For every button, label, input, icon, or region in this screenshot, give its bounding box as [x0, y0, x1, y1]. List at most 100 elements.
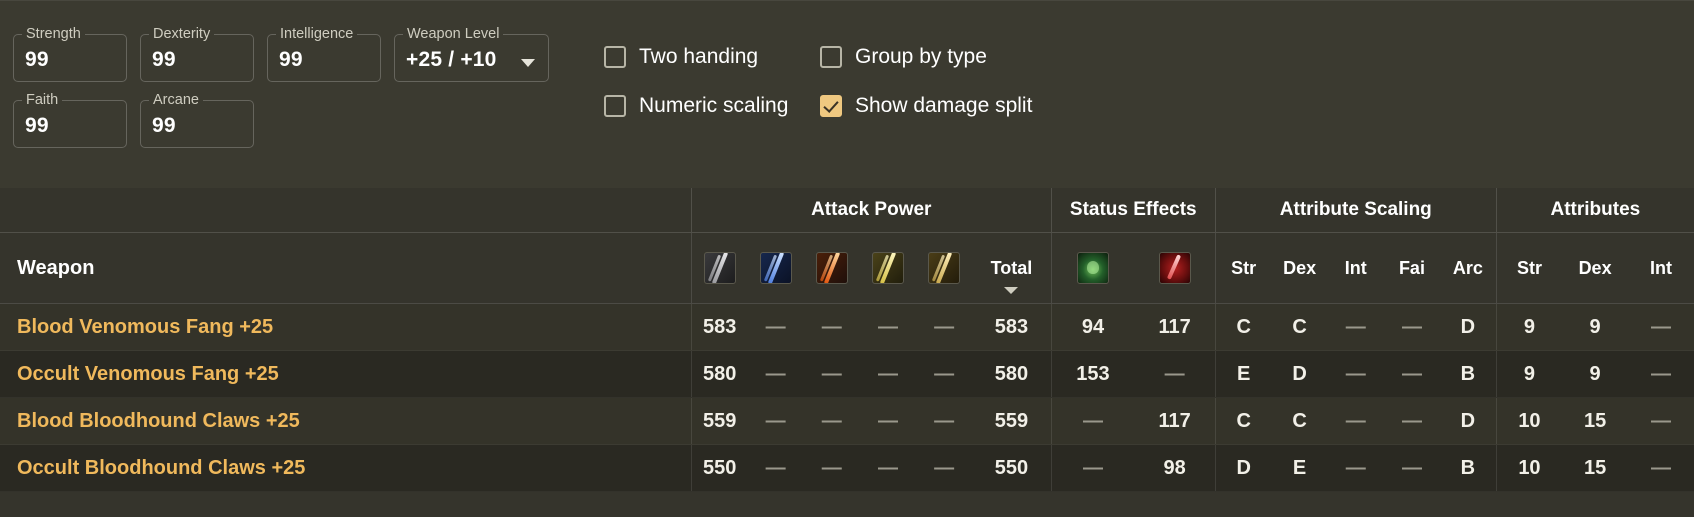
- attack-physical-cell: 559: [690, 397, 748, 445]
- numeric-scaling-checkbox-box[interactable]: [604, 95, 626, 117]
- scaling-str-cell: E: [1214, 350, 1272, 398]
- scaling-dex-cell: C: [1271, 397, 1328, 445]
- faith-field[interactable]: Faith 99: [13, 92, 127, 148]
- attack-holy-cell: —: [916, 350, 973, 398]
- column-header-holy[interactable]: [916, 232, 973, 304]
- weapon-level-value[interactable]: +25 / +10: [406, 48, 497, 72]
- column-header-total[interactable]: Total: [972, 232, 1052, 304]
- intelligence-value[interactable]: 99: [279, 48, 303, 72]
- attribute-str-cell: 10: [1495, 444, 1563, 492]
- column-header-scaling-str[interactable]: Str: [1214, 232, 1272, 304]
- two-handing-label: Two handing: [639, 45, 759, 68]
- scaling-arc-cell: D: [1440, 397, 1497, 445]
- sort-descending-icon[interactable]: [1004, 287, 1019, 294]
- column-header-poison[interactable]: [1050, 232, 1135, 304]
- group-header-attribute-scaling: Attribute Scaling: [1214, 188, 1497, 233]
- weapon-name-cell[interactable]: Blood Venomous Fang +25: [0, 303, 692, 351]
- arcane-field[interactable]: Arcane 99: [140, 92, 254, 148]
- scaling-fai-cell: —: [1383, 350, 1441, 398]
- intelligence-field[interactable]: Intelligence 99: [267, 26, 381, 82]
- chevron-down-icon[interactable]: [521, 59, 535, 67]
- scaling-arc-cell: B: [1440, 350, 1497, 398]
- scaling-arc-cell: D: [1440, 303, 1497, 351]
- two-handing-checkbox-box[interactable]: [604, 46, 626, 68]
- weapon-table: Attack Power Status Effects Attribute Sc…: [0, 188, 1694, 492]
- weapon-name-cell[interactable]: Occult Venomous Fang +25: [0, 350, 692, 398]
- attack-holy-cell: —: [916, 397, 973, 445]
- scaling-fai-cell: —: [1383, 444, 1441, 492]
- attribute-int-cell: —: [1628, 444, 1694, 492]
- dexterity-field[interactable]: Dexterity 99: [140, 26, 254, 82]
- filter-checkbox-group: Two handing Group by type Numeric scalin…: [604, 38, 1032, 125]
- column-header-attribute-int[interactable]: Int: [1628, 232, 1694, 304]
- attack-magic-cell: —: [747, 444, 804, 492]
- status-bleed-cell: 98: [1134, 444, 1216, 492]
- poison-status-icon: [1076, 252, 1109, 284]
- physical-damage-icon: [703, 252, 736, 284]
- attack-magic-cell: —: [747, 303, 804, 351]
- magic-damage-icon: [759, 252, 792, 284]
- attribute-dex-cell: 15: [1562, 397, 1629, 445]
- stat-fields-group: Strength 99 Dexterity 99 Intelligence 99…: [0, 26, 549, 148]
- attack-physical-cell: 580: [690, 350, 748, 398]
- table-row[interactable]: Occult Venomous Fang +25 580 — — — — 580…: [0, 350, 1694, 398]
- intelligence-label: Intelligence: [276, 26, 358, 42]
- column-header-scaling-fai[interactable]: Fai: [1383, 232, 1441, 304]
- attribute-str-cell: 10: [1495, 397, 1563, 445]
- column-header-bleed[interactable]: [1134, 232, 1216, 304]
- stat-field-row-2: Faith 99 Arcane 99: [0, 92, 549, 148]
- filter-panel: Strength 99 Dexterity 99 Intelligence 99…: [0, 0, 1694, 188]
- bleed-status-icon: [1158, 252, 1191, 284]
- faith-value[interactable]: 99: [25, 114, 49, 138]
- scaling-dex-cell: E: [1271, 444, 1328, 492]
- numeric-scaling-checkbox[interactable]: Numeric scaling: [604, 94, 788, 118]
- strength-field[interactable]: Strength 99: [13, 26, 127, 82]
- arcane-value[interactable]: 99: [152, 114, 176, 138]
- attack-lightning-cell: —: [859, 303, 917, 351]
- two-handing-checkbox[interactable]: Two handing: [604, 45, 784, 69]
- scaling-fai-cell: —: [1383, 397, 1441, 445]
- group-by-type-checkbox[interactable]: Group by type: [820, 45, 987, 69]
- status-poison-cell: 153: [1050, 350, 1135, 398]
- status-bleed-cell: 117: [1134, 397, 1216, 445]
- column-header-weapon[interactable]: Weapon: [0, 232, 692, 304]
- column-header-scaling-int[interactable]: Int: [1327, 232, 1384, 304]
- strength-value[interactable]: 99: [25, 48, 49, 72]
- scaling-str-cell: C: [1214, 303, 1272, 351]
- status-bleed-cell: —: [1134, 350, 1216, 398]
- group-header-row: Attack Power Status Effects Attribute Sc…: [0, 188, 1694, 233]
- attack-fire-cell: —: [803, 444, 860, 492]
- show-damage-split-checkbox[interactable]: Show damage split: [820, 94, 1032, 118]
- dexterity-label: Dexterity: [149, 26, 215, 42]
- column-header-scaling-arc[interactable]: Arc: [1440, 232, 1497, 304]
- column-header-attribute-str[interactable]: Str: [1495, 232, 1563, 304]
- column-header-scaling-dex[interactable]: Dex: [1271, 232, 1328, 304]
- column-header-fire[interactable]: [803, 232, 860, 304]
- attack-holy-cell: —: [916, 303, 973, 351]
- column-header-row: Weapon Total Str Dex Int Fai Arc Str Dex…: [0, 232, 1694, 304]
- table-row[interactable]: Blood Venomous Fang +25 583 — — — — 583 …: [0, 303, 1694, 351]
- weapon-name-cell[interactable]: Occult Bloodhound Claws +25: [0, 444, 692, 492]
- scaling-str-cell: D: [1214, 444, 1272, 492]
- scaling-dex-cell: D: [1271, 350, 1328, 398]
- weapon-table-body: Blood Venomous Fang +25 583 — — — — 583 …: [0, 303, 1694, 492]
- table-row[interactable]: Blood Bloodhound Claws +25 559 — — — — 5…: [0, 397, 1694, 445]
- show-damage-split-checkbox-box[interactable]: [820, 95, 842, 117]
- weapon-name-cell[interactable]: Blood Bloodhound Claws +25: [0, 397, 692, 445]
- scaling-int-cell: —: [1327, 444, 1384, 492]
- status-poison-cell: 94: [1050, 303, 1135, 351]
- weapon-level-select[interactable]: Weapon Level +25 / +10: [394, 26, 549, 82]
- column-header-physical[interactable]: [690, 232, 748, 304]
- attribute-dex-cell: 9: [1562, 350, 1629, 398]
- column-header-magic[interactable]: [747, 232, 804, 304]
- table-row[interactable]: Occult Bloodhound Claws +25 550 — — — — …: [0, 444, 1694, 492]
- strength-label: Strength: [22, 26, 85, 42]
- scaling-int-cell: —: [1327, 397, 1384, 445]
- group-by-type-checkbox-box[interactable]: [820, 46, 842, 68]
- column-header-lightning[interactable]: [859, 232, 917, 304]
- stat-field-row-1: Strength 99 Dexterity 99 Intelligence 99…: [0, 26, 549, 82]
- column-header-attribute-dex[interactable]: Dex: [1562, 232, 1629, 304]
- dexterity-value[interactable]: 99: [152, 48, 176, 72]
- group-header-attributes: Attributes: [1495, 188, 1694, 233]
- weapon-table-container[interactable]: Attack Power Status Effects Attribute Sc…: [0, 188, 1694, 492]
